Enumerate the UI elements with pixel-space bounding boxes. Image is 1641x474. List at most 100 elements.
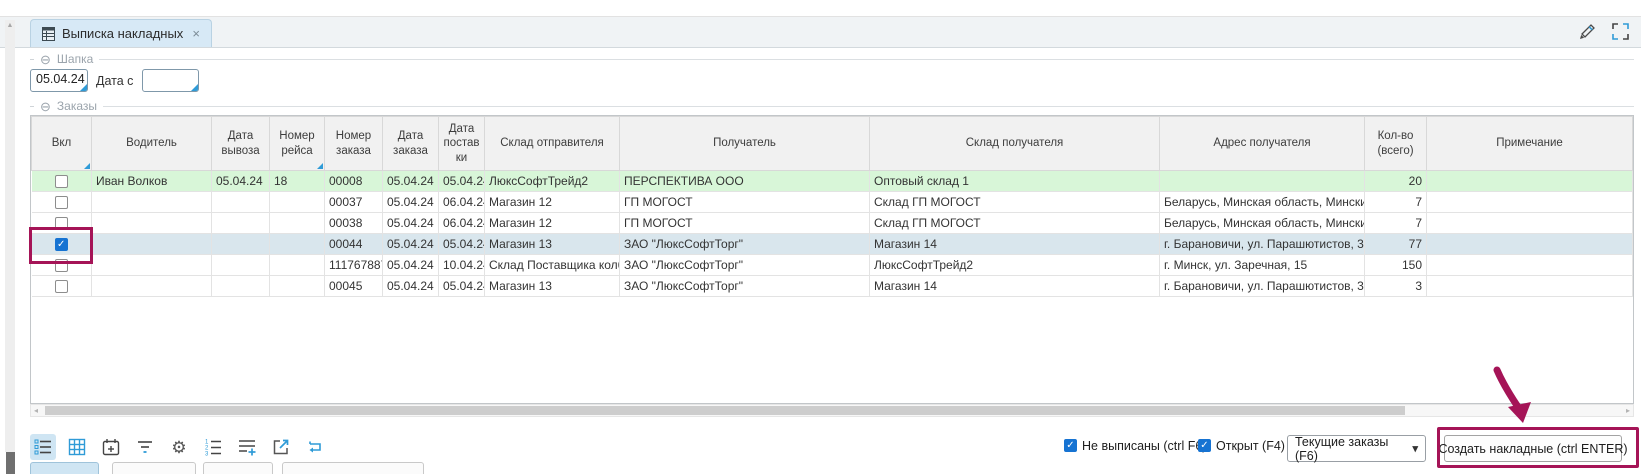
open-checkbox[interactable]: ✓: [1198, 439, 1211, 452]
top-strip: [0, 0, 1641, 17]
not-issued-label: Не выписаны (ctrl F6): [1082, 439, 1206, 453]
cell-qty: 7: [1365, 213, 1427, 234]
cell-sender_wh: Магазин 13: [485, 234, 620, 255]
table-row[interactable]: 0003705.04.2406.04.24Магазин 12ГП МОГОСТ…: [32, 192, 1633, 213]
cell-export_date: [212, 276, 270, 297]
date-input[interactable]: 05.04.24: [30, 69, 88, 92]
cell-trip_no: [270, 234, 325, 255]
cell-delivery_date: 05.04.24: [439, 234, 485, 255]
cell-sender_wh: Магазин 13: [485, 276, 620, 297]
table-row[interactable]: ✓0004405.04.2405.04.24Магазин 13ЗАО "Люк…: [32, 234, 1633, 255]
collapse-icon[interactable]: ⊖: [40, 100, 51, 113]
section-label: Заказы: [57, 99, 97, 113]
tab-close-icon[interactable]: ×: [192, 26, 200, 41]
col-header-qty[interactable]: Кол-во (всего): [1365, 117, 1427, 171]
cell-trip_no: 18: [270, 171, 325, 192]
cell-address: Беларусь, Минская область, Мински: [1160, 192, 1365, 213]
cell-incl: [32, 192, 92, 213]
cell-order_no: 00044: [325, 234, 383, 255]
table-row[interactable]: 0004505.04.2405.04.24Магазин 13ЗАО "Люкс…: [32, 276, 1633, 297]
cell-recipient: ЗАО "ЛюксСофтТорг": [620, 234, 870, 255]
scroll-left-icon[interactable]: ◂: [34, 406, 38, 416]
col-header-driver[interactable]: Водитель: [92, 117, 212, 171]
fullscreen-expand-icon[interactable]: [1612, 23, 1629, 40]
cell-recipient: ЗАО "ЛюксСофтТорг": [620, 255, 870, 276]
cell-qty: 150: [1365, 255, 1427, 276]
col-header-order_date[interactable]: Дата заказа: [383, 117, 439, 171]
tab-vypiska-nakladnyh[interactable]: Выписка накладных ×: [30, 19, 212, 47]
not-issued-checkbox[interactable]: ✓: [1064, 439, 1077, 452]
date-from-input[interactable]: [142, 69, 199, 92]
table-row[interactable]: 11176788705.04.2410.04.24Склад Поставщик…: [32, 255, 1633, 276]
cell-recipient_wh: Склад ГП МОГОСТ: [870, 192, 1160, 213]
col-header-delivery_date[interactable]: Дата поставки: [439, 117, 485, 171]
col-header-note[interactable]: Примечание: [1427, 117, 1633, 171]
cutoff-button-4[interactable]: [282, 462, 424, 474]
col-header-sender_wh[interactable]: Склад отправителя: [485, 117, 620, 171]
horizontal-scrollbar-thumb[interactable]: [45, 406, 1405, 415]
cell-trip_no: [270, 255, 325, 276]
cell-export_date: [212, 192, 270, 213]
cell-sender_wh: Магазин 12: [485, 192, 620, 213]
cutoff-button-1[interactable]: [30, 462, 99, 474]
open-label: Открыт (F4): [1216, 439, 1285, 453]
collapse-icon[interactable]: ⊖: [40, 53, 51, 66]
cell-address: [1160, 171, 1365, 192]
col-header-recipient[interactable]: Получатель: [620, 117, 870, 171]
table-row[interactable]: 0003805.04.2406.04.24Магазин 12ГП МОГОСТ…: [32, 213, 1633, 234]
cell-recipient_wh: Магазин 14: [870, 276, 1160, 297]
cell-driver: [92, 192, 212, 213]
cell-recipient_wh: Магазин 14: [870, 234, 1160, 255]
cell-export_date: 05.04.24: [212, 171, 270, 192]
table-row[interactable]: Иван Волков05.04.24180000805.04.2405.04.…: [32, 171, 1633, 192]
cell-trip_no: [270, 276, 325, 297]
cell-note: [1427, 234, 1633, 255]
col-header-address[interactable]: Адрес получателя: [1160, 117, 1365, 171]
section-header-shapka: ⊖ Шапка: [30, 52, 1634, 66]
cell-sender_wh: Магазин 12: [485, 213, 620, 234]
cell-order_date: 05.04.24: [383, 255, 439, 276]
orders-table: ВклВодительДата вывозаНомер рейсаНомер з…: [30, 115, 1634, 404]
row-checkbox[interactable]: [55, 196, 68, 209]
cell-incl: [32, 171, 92, 192]
cell-qty: 20: [1365, 171, 1427, 192]
orders-filter-dropdown[interactable]: Текущие заказы (F6) ▾: [1287, 435, 1426, 462]
col-header-recipient_wh[interactable]: Склад получателя: [870, 117, 1160, 171]
cell-qty: 77: [1365, 234, 1427, 255]
cell-recipient_wh: Склад ГП МОГОСТ: [870, 213, 1160, 234]
cell-order_no: 00008: [325, 171, 383, 192]
annotation-box-checkbox: [29, 227, 93, 264]
tab-bar: Выписка накладных ×: [0, 17, 1641, 48]
cell-order_no: 00045: [325, 276, 383, 297]
cell-driver: [92, 234, 212, 255]
cell-recipient: ЗАО "ЛюксСофтТорг": [620, 276, 870, 297]
cell-driver: Иван Волков: [92, 171, 212, 192]
cell-address: г. Минск, ул. Заречная, 15: [1160, 255, 1365, 276]
cell-recipient_wh: ЛюксСофтТрейд2: [870, 255, 1160, 276]
row-checkbox[interactable]: [55, 175, 68, 188]
cell-delivery_date: 10.04.24: [439, 255, 485, 276]
document-table-icon: [42, 27, 55, 41]
app-window: Выписка накладных × ▲ ⊖ Шапка 05.04.24 Д…: [0, 0, 1641, 474]
col-header-incl[interactable]: Вкл: [32, 117, 92, 171]
cell-delivery_date: 05.04.24: [439, 171, 485, 192]
cell-order_no: 111767887: [325, 255, 383, 276]
section-header-zakazy: ⊖ Заказы: [30, 99, 1634, 113]
col-header-order_no[interactable]: Номер заказа: [325, 117, 383, 171]
edit-pencil-icon[interactable]: [1578, 22, 1597, 41]
cutoff-button-3[interactable]: [203, 462, 273, 474]
cell-incl: [32, 276, 92, 297]
cell-address: Беларусь, Минская область, Мински: [1160, 213, 1365, 234]
horizontal-scrollbar[interactable]: ◂ ▸: [30, 404, 1634, 417]
col-header-export_date[interactable]: Дата вывоза: [212, 117, 270, 171]
cell-delivery_date: 05.04.24: [439, 276, 485, 297]
cutoff-button-2[interactable]: [112, 462, 196, 474]
scroll-right-icon[interactable]: ▸: [1626, 406, 1630, 416]
cell-order_date: 05.04.24: [383, 213, 439, 234]
row-checkbox[interactable]: [55, 280, 68, 293]
col-header-trip_no[interactable]: Номер рейса: [270, 117, 325, 171]
vertical-scrollbar[interactable]: ▲: [5, 20, 15, 452]
cell-note: [1427, 255, 1633, 276]
cell-order_date: 05.04.24: [383, 234, 439, 255]
scroll-up-icon[interactable]: ▲: [5, 22, 15, 30]
